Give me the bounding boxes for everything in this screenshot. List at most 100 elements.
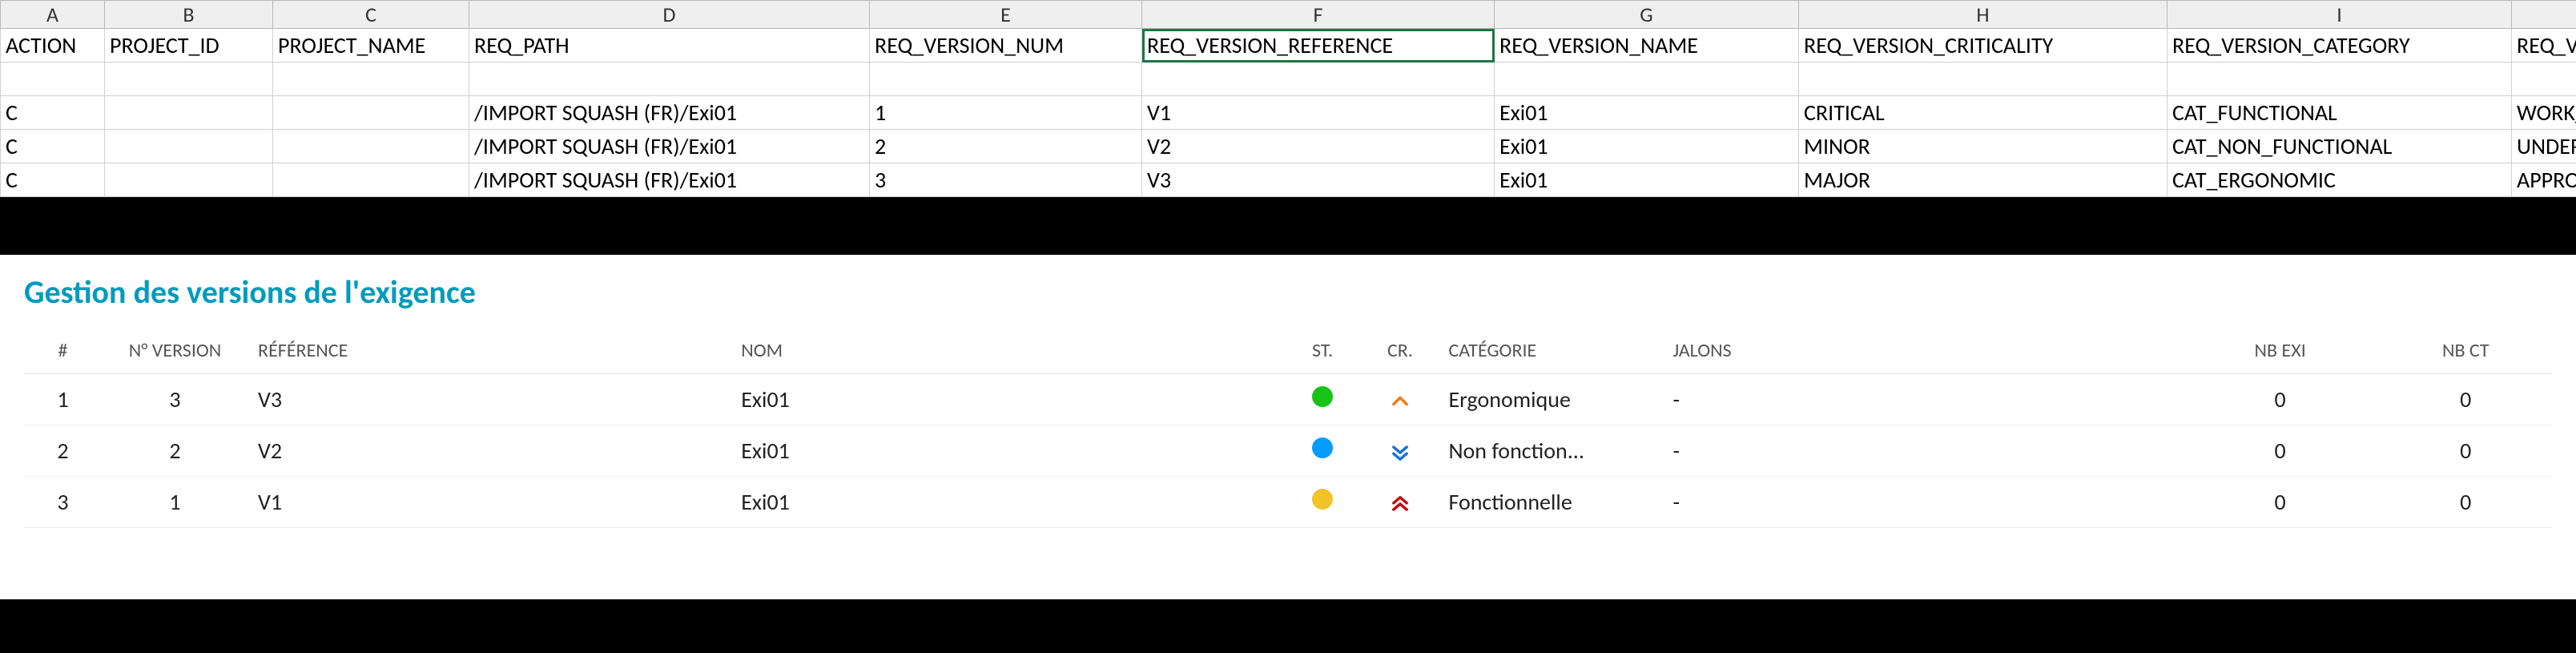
cell-E2[interactable]	[870, 62, 1142, 96]
cell-G3[interactable]: Exi01	[1495, 96, 1799, 130]
cell-index: 2	[24, 425, 102, 477]
cell-nbexi: 0	[2181, 425, 2380, 477]
cell-H5[interactable]: MAJOR	[1799, 163, 2167, 197]
cell-D1[interactable]: REQ_PATH	[469, 29, 870, 62]
cell-E1[interactable]: REQ_VERSION_NUM	[870, 29, 1142, 62]
cell-A5[interactable]: C	[1, 163, 105, 197]
cell-nbexi: 0	[2181, 477, 2380, 528]
cell-criticality	[1362, 477, 1439, 528]
cell-nversion: 2	[102, 425, 248, 477]
cell-reference: V2	[248, 425, 731, 477]
cell-H2[interactable]	[1799, 62, 2167, 96]
cell-status	[1284, 374, 1362, 425]
cell-I4[interactable]: CAT_NON_FUNCTIONAL	[2167, 130, 2512, 163]
cell-nbct: 0	[2380, 425, 2552, 477]
cell-F1[interactable]: REQ_VERSION_REFERENCE	[1142, 29, 1495, 62]
col-category[interactable]: CATÉGORIE	[1439, 328, 1663, 374]
cell-criticality	[1362, 425, 1439, 477]
cell-D2[interactable]	[469, 62, 870, 96]
cell-F5[interactable]: V3	[1142, 163, 1495, 197]
cell-A2[interactable]	[1, 62, 105, 96]
cell-status	[1284, 477, 1362, 528]
version-row[interactable]: 22V2Exi01Non fonction...-00	[24, 425, 2552, 477]
spreadsheet[interactable]: ABCDEFGHIJ ACTIONPROJECT_IDPROJECT_NAMER…	[0, 0, 2576, 197]
cell-category: Non fonction...	[1439, 425, 1663, 477]
column-header-I[interactable]: I	[2167, 1, 2512, 29]
cell-F2[interactable]	[1142, 62, 1495, 96]
cell-C5[interactable]	[273, 163, 469, 197]
cell-J2[interactable]	[2512, 62, 2576, 96]
column-header-H[interactable]: H	[1799, 1, 2167, 29]
column-header-D[interactable]: D	[469, 1, 870, 29]
requirement-versions-panel: Gestion des versions de l'exigence # N° …	[0, 255, 2576, 599]
cell-A4[interactable]: C	[1, 130, 105, 163]
cell-B5[interactable]	[105, 163, 273, 197]
cell-D3[interactable]: /IMPORT SQUASH (FR)/Exi01	[469, 96, 870, 130]
cell-jalons: -	[1664, 425, 2181, 477]
col-reference[interactable]: RÉFÉRENCE	[248, 328, 731, 374]
cell-I1[interactable]: REQ_VERSION_CATEGORY	[2167, 29, 2512, 62]
cell-D4[interactable]: /IMPORT SQUASH (FR)/Exi01	[469, 130, 870, 163]
col-nbexi[interactable]: NB EXI	[2181, 328, 2380, 374]
column-header-B[interactable]: B	[105, 1, 273, 29]
cell-J5[interactable]: APPROVED	[2512, 163, 2576, 197]
chevron-double-down-icon	[1389, 437, 1411, 465]
cell-F3[interactable]: V1	[1142, 96, 1495, 130]
cell-B2[interactable]	[105, 62, 273, 96]
cell-J4[interactable]: UNDER_REVIEW	[2512, 130, 2576, 163]
cell-C4[interactable]	[273, 130, 469, 163]
cell-B4[interactable]	[105, 130, 273, 163]
column-header-J[interactable]: J	[2512, 1, 2576, 29]
cell-G1[interactable]: REQ_VERSION_NAME	[1495, 29, 1799, 62]
cell-E3[interactable]: 1	[870, 96, 1142, 130]
cell-C3[interactable]	[273, 96, 469, 130]
col-jalons[interactable]: JALONS	[1664, 328, 2181, 374]
cell-I3[interactable]: CAT_FUNCTIONAL	[2167, 96, 2512, 130]
col-status[interactable]: ST.	[1284, 328, 1362, 374]
cell-C1[interactable]: PROJECT_NAME	[273, 29, 469, 62]
cell-nbct: 0	[2380, 477, 2552, 528]
cell-jalons: -	[1664, 374, 2181, 425]
cell-J1[interactable]: REQ_VERSION_STATUS	[2512, 29, 2576, 62]
col-nom[interactable]: NOM	[731, 328, 1283, 374]
cell-G4[interactable]: Exi01	[1495, 130, 1799, 163]
column-header-F[interactable]: F	[1142, 1, 1495, 29]
versions-table: # N° VERSION RÉFÉRENCE NOM ST. CR. CATÉG…	[24, 328, 2552, 528]
column-header-E[interactable]: E	[870, 1, 1142, 29]
cell-category: Ergonomique	[1439, 374, 1663, 425]
cell-A1[interactable]: ACTION	[1, 29, 105, 62]
blank-row	[1, 62, 2576, 96]
cell-B3[interactable]	[105, 96, 273, 130]
col-nbct[interactable]: NB CT	[2380, 328, 2552, 374]
separator-bar	[0, 197, 2576, 255]
cell-I5[interactable]: CAT_ERGONOMIC	[2167, 163, 2512, 197]
cell-C2[interactable]	[273, 62, 469, 96]
cell-nom: Exi01	[731, 374, 1283, 425]
cell-G2[interactable]	[1495, 62, 1799, 96]
col-nversion[interactable]: N° VERSION	[102, 328, 248, 374]
versions-header-row: # N° VERSION RÉFÉRENCE NOM ST. CR. CATÉG…	[24, 328, 2552, 374]
column-header-G[interactable]: G	[1495, 1, 1799, 29]
version-row[interactable]: 13V3Exi01Ergonomique-00	[24, 374, 2552, 425]
col-criticality[interactable]: CR.	[1362, 328, 1439, 374]
cell-J3[interactable]: WORK_IN_PROGRESS	[2512, 96, 2576, 130]
cell-H3[interactable]: CRITICAL	[1799, 96, 2167, 130]
cell-D5[interactable]: /IMPORT SQUASH (FR)/Exi01	[469, 163, 870, 197]
cell-reference: V3	[248, 374, 731, 425]
cell-I2[interactable]	[2167, 62, 2512, 96]
column-header-A[interactable]: A	[1, 1, 105, 29]
cell-H4[interactable]: MINOR	[1799, 130, 2167, 163]
cell-nbexi: 0	[2181, 374, 2380, 425]
cell-G5[interactable]: Exi01	[1495, 163, 1799, 197]
cell-A3[interactable]: C	[1, 96, 105, 130]
cell-criticality	[1362, 374, 1439, 425]
cell-F4[interactable]: V2	[1142, 130, 1495, 163]
cell-H1[interactable]: REQ_VERSION_CRITICALITY	[1799, 29, 2167, 62]
cell-E4[interactable]: 2	[870, 130, 1142, 163]
cell-B1[interactable]: PROJECT_ID	[105, 29, 273, 62]
version-row[interactable]: 31V1Exi01Fonctionnelle-00	[24, 477, 2552, 528]
panel-title: Gestion des versions de l'exigence	[24, 272, 2552, 312]
col-index[interactable]: #	[24, 328, 102, 374]
column-header-C[interactable]: C	[273, 1, 469, 29]
cell-E5[interactable]: 3	[870, 163, 1142, 197]
